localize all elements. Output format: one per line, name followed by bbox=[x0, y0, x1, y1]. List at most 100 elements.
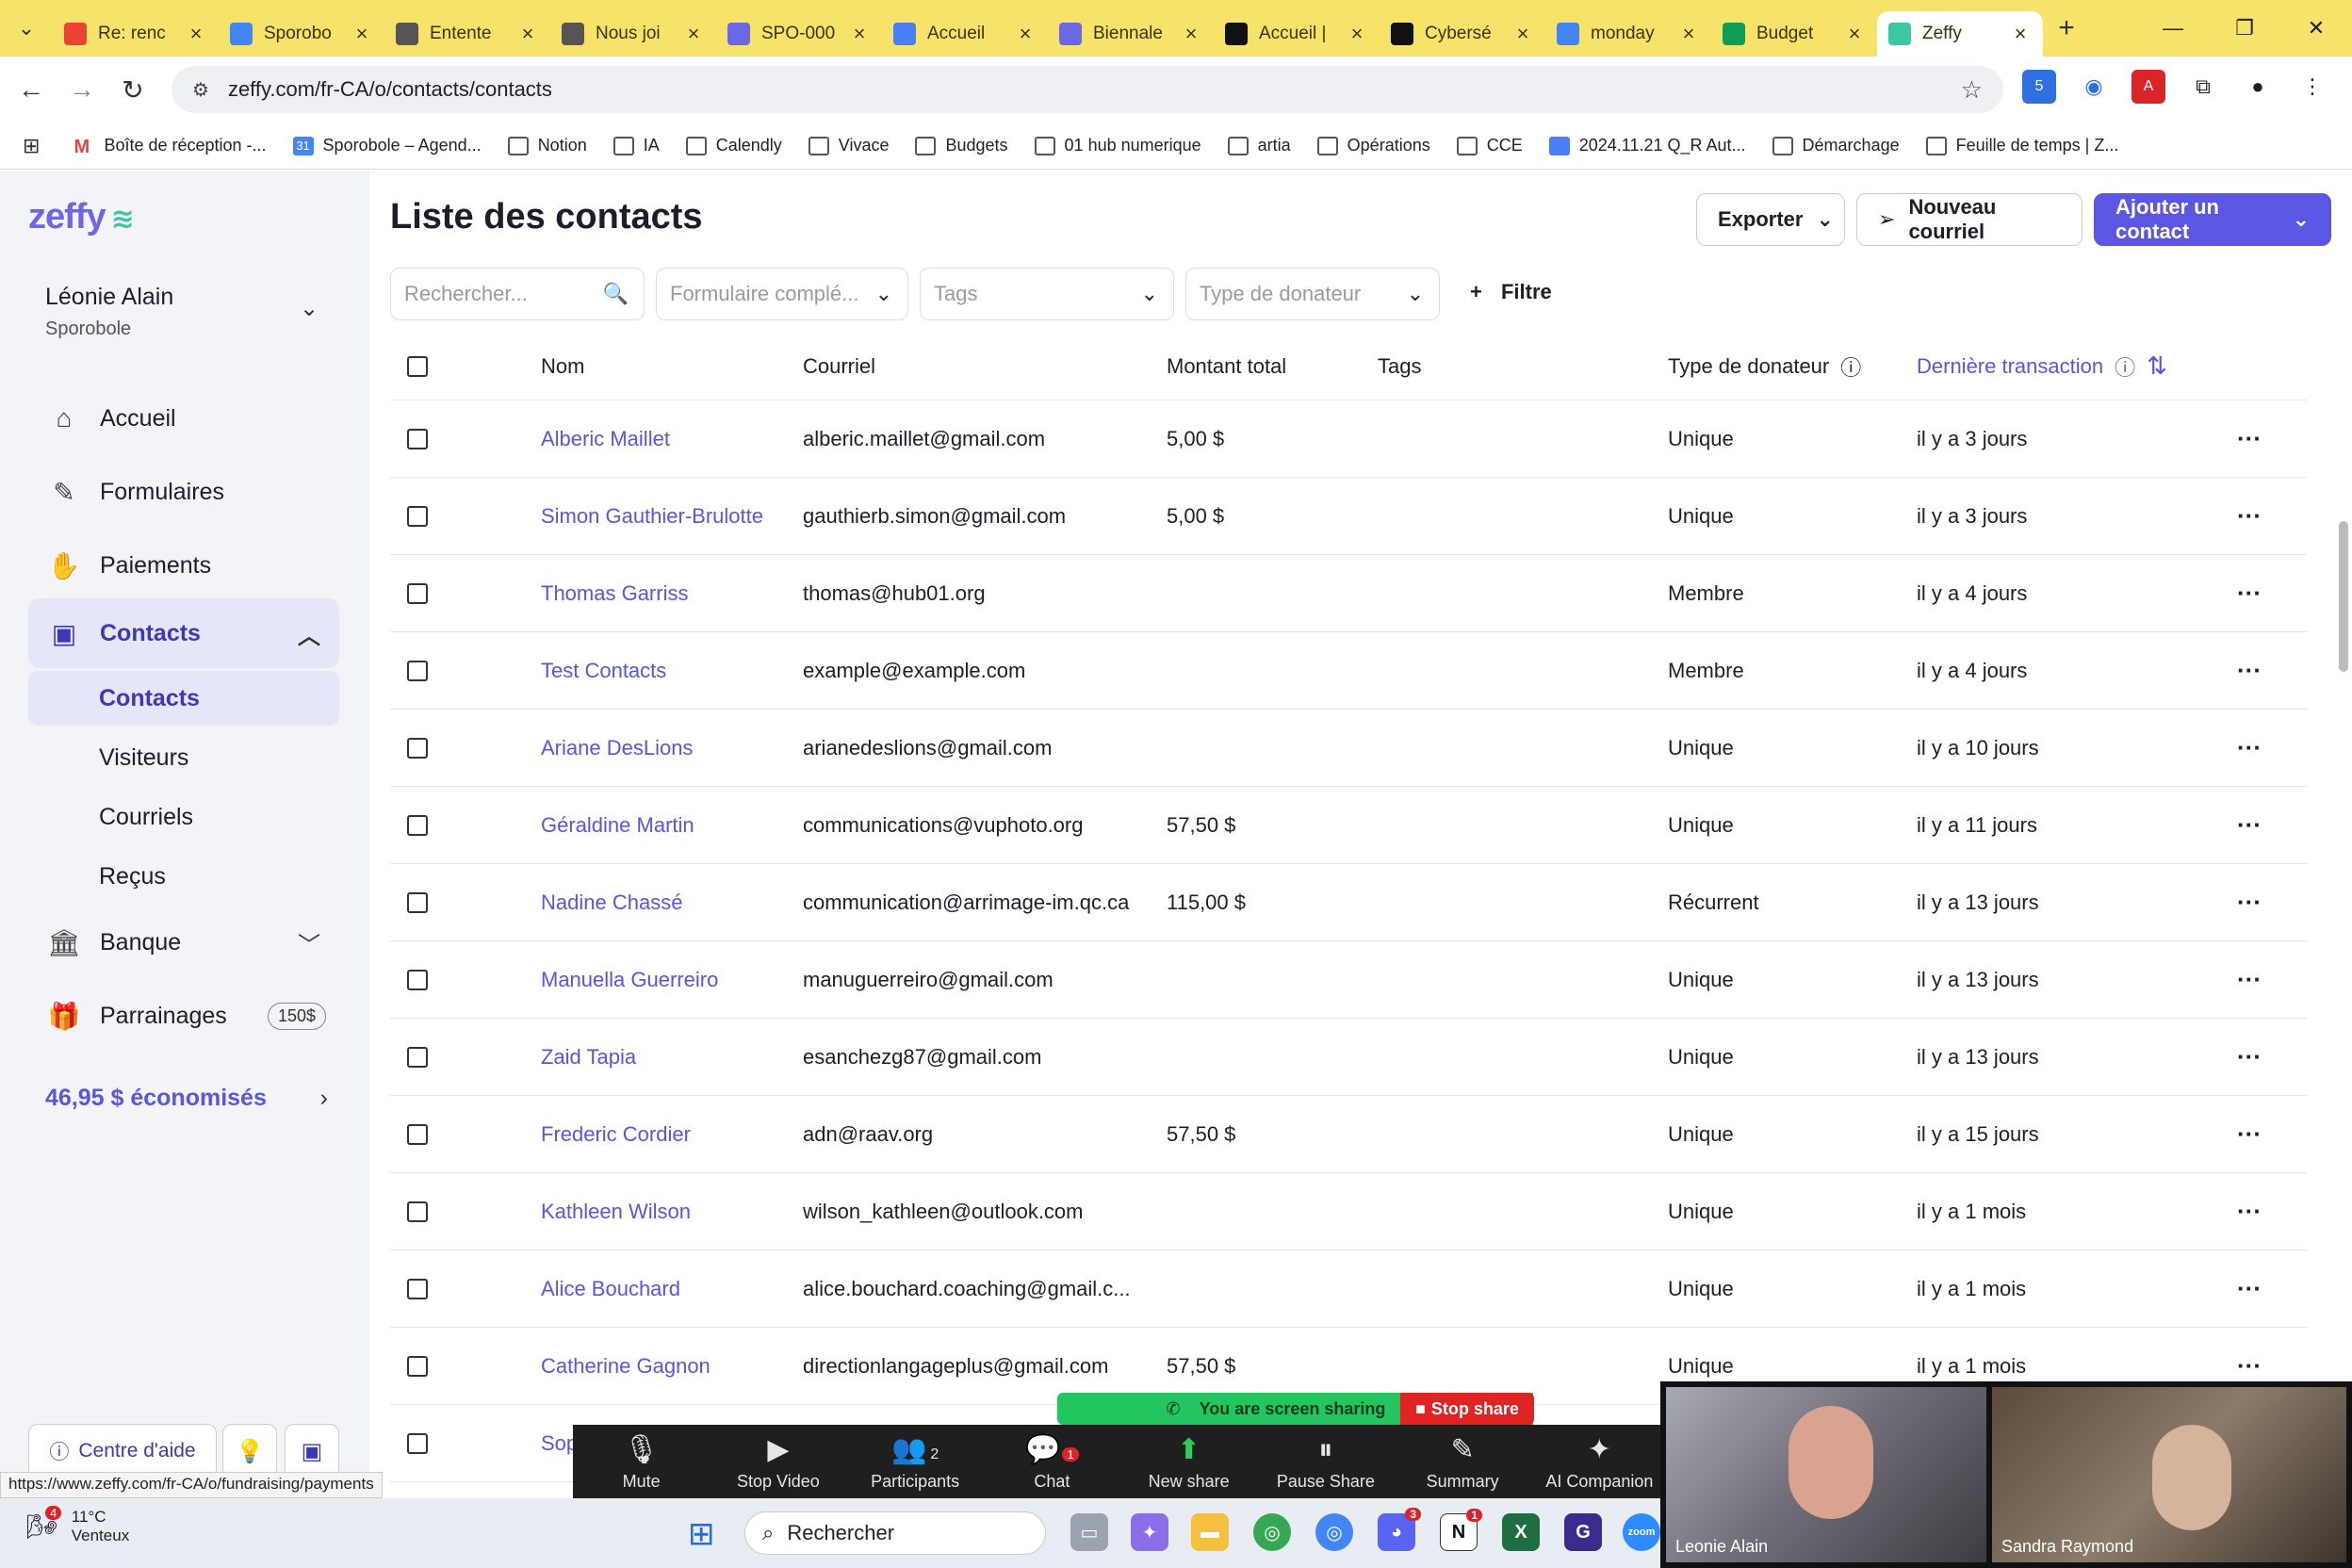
row-checkbox[interactable] bbox=[407, 1328, 428, 1404]
browser-tab[interactable]: Biennale × bbox=[1048, 11, 1214, 57]
contact-name-link[interactable]: Test Contacts bbox=[541, 632, 795, 709]
tab-close-icon[interactable]: × bbox=[2009, 22, 2032, 46]
tab-close-icon[interactable]: × bbox=[185, 22, 207, 46]
row-more-icon[interactable]: ··· bbox=[2237, 1173, 2294, 1250]
reload-icon[interactable]: ↻ bbox=[107, 64, 158, 115]
tab-close-icon[interactable]: × bbox=[1014, 22, 1037, 46]
row-checkbox[interactable] bbox=[407, 710, 428, 786]
extension-badge-icon[interactable]: 5 bbox=[2022, 70, 2056, 104]
bookmark-item[interactable]: 31 Sporobole – Agend... bbox=[292, 136, 482, 155]
nav-parrainages[interactable]: 🎁 Parrainages 150$ bbox=[28, 985, 339, 1047]
bookmark-star-icon[interactable]: ☆ bbox=[1961, 75, 1983, 105]
tab-search-chevron-icon[interactable]: ⌄ bbox=[0, 0, 53, 57]
info-icon[interactable]: ⓘ bbox=[2115, 351, 2135, 382]
contact-name-link[interactable]: Simon Gauthier-Brulotte bbox=[541, 478, 795, 554]
browser-tab[interactable]: SPO-000 × bbox=[716, 11, 882, 57]
row-checkbox[interactable] bbox=[407, 1173, 428, 1250]
col-header-amount[interactable]: Montant total bbox=[1167, 333, 1355, 400]
chrome-icon[interactable]: ◎ bbox=[1253, 1513, 1291, 1551]
tab-close-icon[interactable]: × bbox=[1843, 22, 1866, 46]
table-row[interactable]: Thomas Garriss thomas@hub01.org Membre il y… bbox=[390, 555, 2307, 632]
bookmark-item[interactable]: 01 hub numerique bbox=[1034, 136, 1201, 155]
bookmark-item[interactable]: 2024.11.21 Q_R Aut... bbox=[1548, 136, 1746, 155]
puzzle-extensions-icon[interactable]: ⧉ bbox=[2186, 70, 2220, 104]
contact-name-link[interactable]: Zaid Tapia bbox=[541, 1019, 795, 1095]
col-header-tags[interactable]: Tags bbox=[1378, 333, 1642, 400]
browser-tab[interactable]: Budget × bbox=[1711, 11, 1877, 57]
row-more-icon[interactable]: ··· bbox=[2237, 1019, 2294, 1095]
row-checkbox[interactable] bbox=[407, 1096, 428, 1172]
zoom-summary-button[interactable]: ✎ Summary bbox=[1395, 1425, 1531, 1500]
table-row[interactable]: Simon Gauthier-Brulotte gauthierb.simon@g… bbox=[390, 478, 2307, 555]
contact-name-link[interactable]: Alberic Maillet bbox=[541, 400, 795, 477]
chrome-profile-icon[interactable]: ◎ bbox=[1315, 1513, 1353, 1551]
col-header-name[interactable]: Nom bbox=[541, 333, 795, 400]
scroll-thumb[interactable] bbox=[2339, 521, 2348, 672]
table-row[interactable]: Test Contacts example@example.com Membre il… bbox=[390, 632, 2307, 710]
zoom-chat-button[interactable]: 💬 1 Chat bbox=[984, 1425, 1120, 1500]
row-checkbox[interactable] bbox=[407, 478, 428, 554]
sort-icon[interactable]: ⇅ bbox=[2147, 351, 2167, 381]
extension-circle-icon[interactable]: ◉ bbox=[2077, 70, 2111, 104]
bookmark-item[interactable]: Budgets bbox=[915, 136, 1008, 155]
bookmark-item[interactable]: Démarchage bbox=[1772, 136, 1900, 155]
tab-close-icon[interactable]: × bbox=[516, 22, 539, 46]
subnav-contacts[interactable]: Contacts bbox=[28, 671, 339, 726]
select-all-checkbox[interactable] bbox=[407, 333, 428, 400]
browser-tab[interactable]: monday × bbox=[1545, 11, 1711, 57]
bookmark-item[interactable]: M Boîte de réception -... bbox=[74, 136, 266, 157]
col-header-donor-type[interactable]: Type de donateur ⓘ bbox=[1668, 333, 1913, 400]
bookmark-item[interactable]: Calendly bbox=[685, 136, 782, 155]
file-explorer-icon[interactable]: ▬ bbox=[1191, 1513, 1229, 1551]
row-more-icon[interactable]: ··· bbox=[2237, 478, 2294, 554]
browser-tab[interactable]: Re: renc × bbox=[53, 11, 219, 57]
col-header-last-transaction[interactable]: Dernière transaction ⓘ ⇅ bbox=[1917, 333, 2218, 400]
participant-video-tile[interactable]: Leonie Alain bbox=[1666, 1387, 1986, 1562]
nav-banque[interactable]: 🏛 Banque ﹀ bbox=[28, 911, 339, 973]
bookmark-item[interactable]: Opérations bbox=[1316, 136, 1430, 155]
browser-tab[interactable]: Entente × bbox=[384, 11, 550, 57]
tags-filter-select[interactable]: Tags ⌄ bbox=[920, 268, 1174, 320]
new-email-button[interactable]: ➢ Nouveau courriel bbox=[1856, 193, 2082, 246]
close-window-icon[interactable]: ✕ bbox=[2280, 0, 2352, 57]
browser-tab[interactable]: Accueil × bbox=[882, 11, 1048, 57]
back-arrow-icon[interactable]: ← bbox=[6, 64, 57, 115]
table-row[interactable]: Géraldine Martin communications@vuphoto.o… bbox=[390, 787, 2307, 864]
zoom-sparkle-button[interactable]: ✦ AI Companion bbox=[1531, 1425, 1668, 1500]
browser-tab[interactable]: Sporobo × bbox=[219, 11, 384, 57]
tutorial-button[interactable]: ▣ bbox=[285, 1424, 339, 1478]
add-contact-button[interactable]: Ajouter un contact ⌄ bbox=[2094, 193, 2331, 246]
row-more-icon[interactable]: ··· bbox=[2237, 555, 2294, 631]
col-header-email[interactable]: Courriel bbox=[803, 333, 1152, 400]
zeffy-logo[interactable]: zeffy ≋ bbox=[28, 197, 135, 237]
row-checkbox[interactable] bbox=[407, 400, 428, 477]
tab-close-icon[interactable]: × bbox=[1511, 22, 1534, 46]
form-filter-select[interactable]: Formulaire complé... ⌄ bbox=[656, 268, 908, 320]
app-g-icon[interactable]: G bbox=[1564, 1513, 1602, 1551]
donor-type-filter-select[interactable]: Type de donateur ⌄ bbox=[1185, 268, 1440, 320]
row-more-icon[interactable]: ··· bbox=[2237, 1096, 2294, 1172]
search-input[interactable]: Rechercher... 🔍 bbox=[390, 268, 645, 320]
url-omnibox[interactable]: ⚙ zeffy.com/fr-CA/o/contacts/contacts ☆ bbox=[172, 66, 2003, 113]
stop-share-button[interactable]: ■ Stop share bbox=[1400, 1393, 1534, 1425]
table-row[interactable]: Kathleen Wilson wilson_kathleen@outlook.c… bbox=[390, 1173, 2307, 1250]
user-chevron-down-icon[interactable]: ⌄ bbox=[300, 295, 318, 322]
zoom-mic-button[interactable]: 🎙 Mute bbox=[573, 1425, 710, 1500]
browser-tab[interactable]: Nous joi × bbox=[550, 11, 716, 57]
row-checkbox[interactable] bbox=[407, 1250, 428, 1327]
row-checkbox[interactable] bbox=[407, 787, 428, 863]
tab-close-icon[interactable]: × bbox=[1180, 22, 1202, 46]
taskbar-search[interactable]: ⌕ Rechercher bbox=[744, 1511, 1046, 1555]
info-icon[interactable]: ⓘ bbox=[1840, 351, 1861, 382]
subnav-courriels[interactable]: Courriels bbox=[28, 790, 339, 844]
browser-tab[interactable]: Accueil | × bbox=[1214, 11, 1380, 57]
excel-icon[interactable]: X bbox=[1502, 1513, 1540, 1551]
bookmark-item[interactable]: artia bbox=[1227, 136, 1291, 155]
row-checkbox[interactable] bbox=[407, 1405, 428, 1481]
subnav-visiteurs[interactable]: Visiteurs bbox=[28, 730, 339, 785]
row-more-icon[interactable]: ··· bbox=[2237, 710, 2294, 786]
pdf-extension-icon[interactable]: A bbox=[2132, 70, 2165, 104]
weather-widget[interactable]: 🌬 4 11°C Venteux bbox=[26, 1506, 129, 1545]
tab-close-icon[interactable]: × bbox=[848, 22, 871, 46]
table-scrollbar[interactable] bbox=[2335, 333, 2352, 1369]
